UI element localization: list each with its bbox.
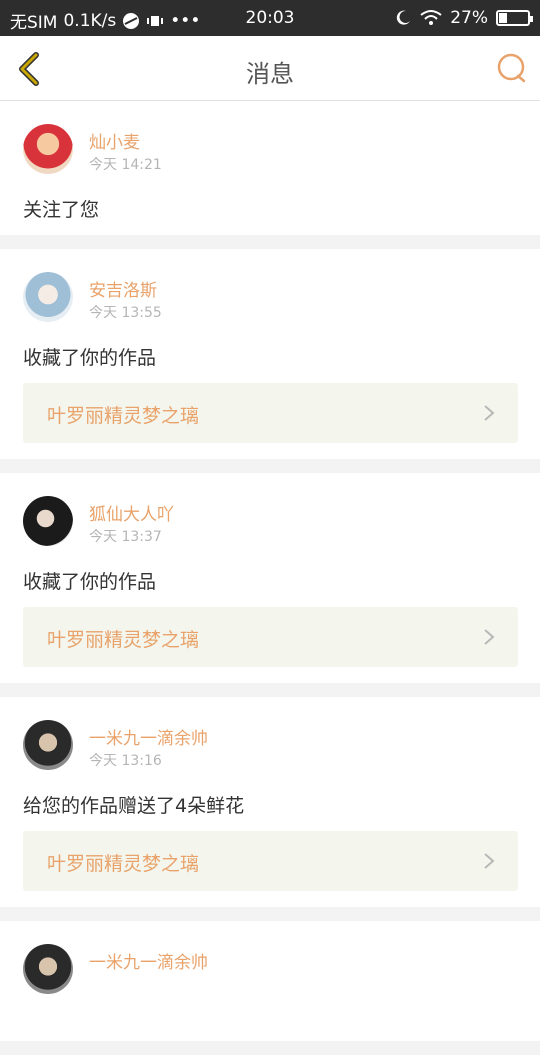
work-link[interactable]: 叶罗丽精灵梦之璃	[23, 383, 518, 443]
username[interactable]: 安吉洛斯	[89, 276, 157, 301]
battery-level	[499, 13, 507, 23]
message-card: 狐仙大人吖 今天 13:37 收藏了你的作品 叶罗丽精灵梦之璃	[0, 473, 540, 683]
message-time: 今天 14:21	[89, 157, 162, 173]
search-icon[interactable]	[496, 52, 528, 84]
chevron-right-icon	[484, 405, 495, 421]
message-text: 关注了您	[23, 199, 100, 221]
battery-icon	[496, 10, 533, 26]
work-title: 叶罗丽精灵梦之璃	[47, 629, 200, 651]
username[interactable]: 一米九一滴余帅	[89, 724, 208, 749]
work-title: 叶罗丽精灵梦之璃	[47, 853, 200, 875]
avatar[interactable]	[23, 944, 73, 994]
battery-percent: 27%	[450, 8, 488, 28]
message-card: 一米九一滴余帅 今天 13:16 给您的作品赠送了4朵鲜花 叶罗丽精灵梦之璃	[0, 697, 540, 907]
message-time: 今天 13:16	[89, 753, 162, 769]
message-text: 给您的作品赠送了4朵鲜花	[23, 795, 245, 817]
moon-icon	[397, 10, 411, 25]
message-card: 一米九一滴余帅	[0, 921, 540, 1041]
work-link[interactable]: 叶罗丽精灵梦之璃	[23, 831, 518, 891]
chevron-right-icon	[484, 629, 495, 645]
username[interactable]: 一米九一滴余帅	[89, 948, 208, 973]
chevron-right-icon	[484, 853, 495, 869]
message-time: 今天 13:37	[89, 529, 162, 545]
work-link[interactable]: 叶罗丽精灵梦之璃	[23, 607, 518, 667]
avatar[interactable]	[23, 124, 73, 174]
status-bar: 无SIM 0.1K/s ••• 20:03 27%	[0, 0, 540, 36]
message-card: 安吉洛斯 今天 13:55 收藏了你的作品 叶罗丽精灵梦之璃	[0, 249, 540, 459]
avatar[interactable]	[23, 496, 73, 546]
avatar[interactable]	[23, 272, 73, 322]
message-card: 灿小麦 今天 14:21 关注了您	[0, 101, 540, 235]
page-title: 消息	[246, 60, 294, 88]
work-title: 叶罗丽精灵梦之璃	[47, 405, 200, 427]
wifi-icon	[420, 10, 442, 25]
username[interactable]: 狐仙大人吖	[89, 500, 174, 525]
nav-bar: 消息	[0, 36, 540, 101]
message-time: 今天 13:55	[89, 305, 162, 321]
username[interactable]: 灿小麦	[89, 128, 140, 153]
message-list: 灿小麦 今天 14:21 关注了您 安吉洛斯 今天 13:55 收藏了你的作品 …	[0, 101, 540, 1055]
status-right: 27%	[394, 8, 533, 28]
avatar[interactable]	[23, 720, 73, 770]
message-text: 收藏了你的作品	[23, 571, 157, 593]
message-text: 收藏了你的作品	[23, 347, 157, 369]
